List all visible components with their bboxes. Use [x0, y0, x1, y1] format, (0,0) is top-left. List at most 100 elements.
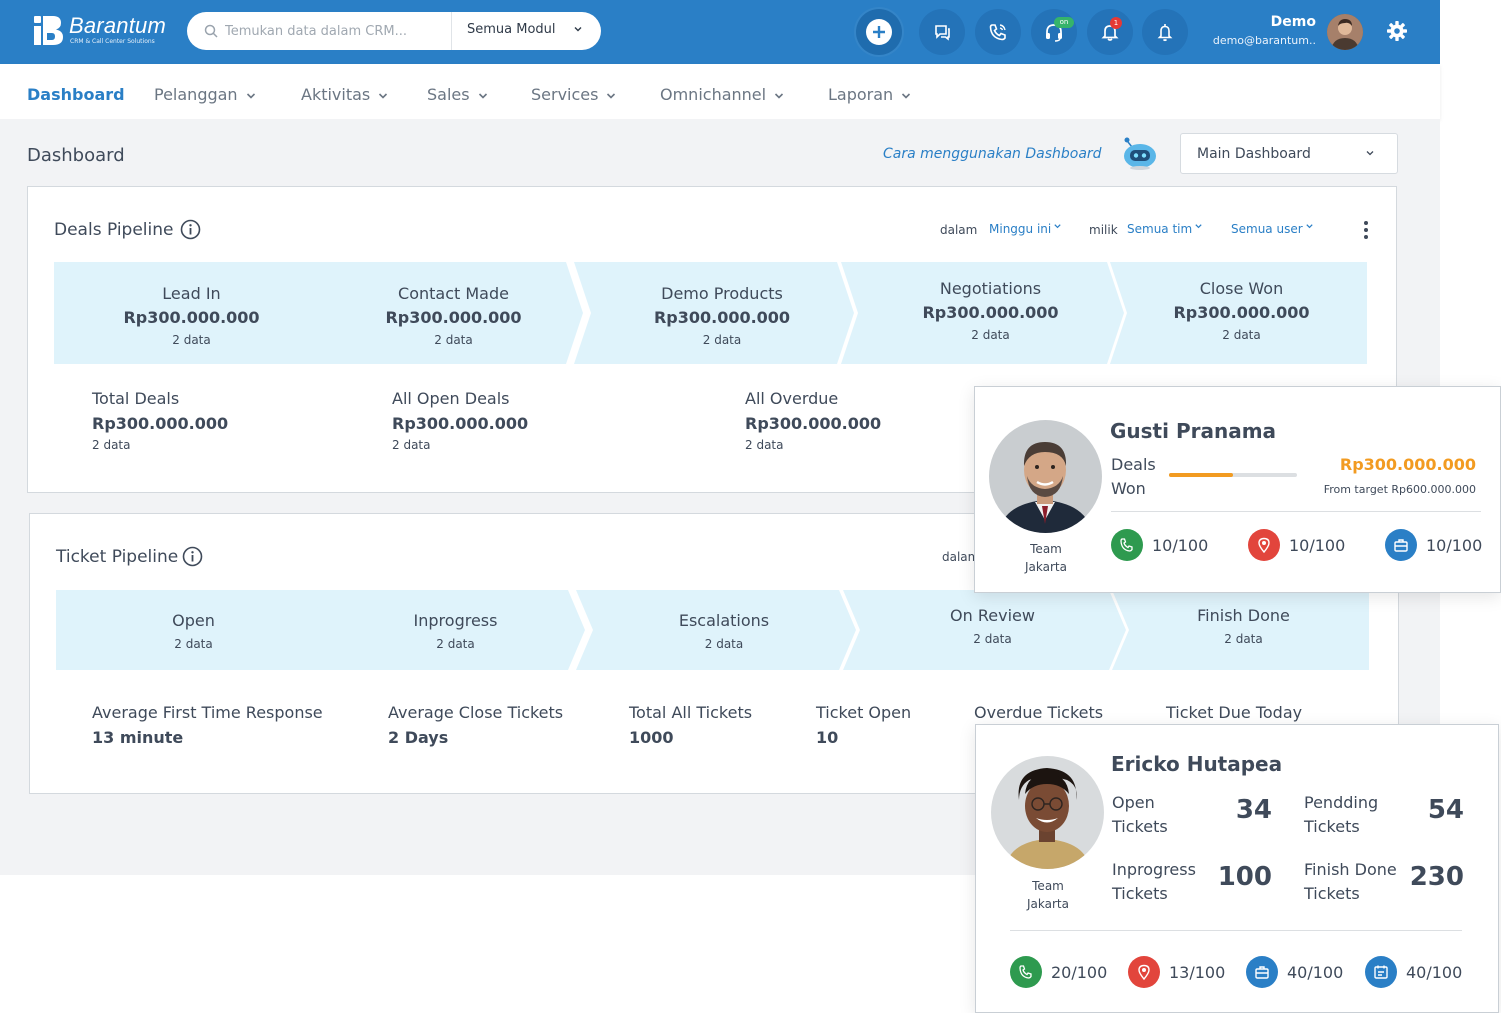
chevron-down-icon [902, 92, 911, 99]
chevron-down-icon [1195, 224, 1202, 229]
total-deals-count: 2 data [92, 438, 131, 452]
info-icon[interactable] [182, 546, 203, 567]
brand-name: Barantum [69, 13, 166, 38]
agent-photo [989, 420, 1102, 533]
chevron-down-icon [775, 92, 784, 99]
deal-stage-contact-made[interactable]: Contact Made Rp300.000.000 2 data [308, 262, 583, 364]
deal-metric: 40/100 [1287, 963, 1344, 982]
page-title: Dashboard [27, 145, 125, 166]
agent-team: Team Jakarta [1025, 542, 1067, 574]
ticket-stage-inprogress[interactable]: Inprogress 2 data [310, 590, 585, 670]
ticket-pipeline-title: Ticket Pipeline [56, 547, 179, 567]
inprogress-tickets-label: Inprogress Tickets [1112, 860, 1196, 903]
nav-item-services[interactable]: Services [531, 85, 616, 104]
nav-item-laporan[interactable]: Laporan [828, 85, 911, 104]
robot-mascot-icon[interactable] [1120, 136, 1160, 170]
briefcase-icon [1385, 529, 1417, 561]
support-agent-card: Team Jakarta Ericko Hutapea Open Tickets 3… [975, 724, 1499, 1013]
stage-count: 2 data [1222, 328, 1261, 342]
user-name[interactable]: Demo [1240, 14, 1316, 30]
stage-name: Negotiations [939, 279, 1042, 298]
stage-name: Escalations [678, 611, 770, 630]
finish-done-tickets-label: Finish Done Tickets [1304, 860, 1397, 903]
deal-stage-negotiations[interactable]: Negotiations Rp300.000.000 2 data [841, 262, 1124, 364]
search-divider [451, 12, 452, 50]
sales-agent-card: Team Jakarta Gusti Pranama Deals Won Rp300… [974, 386, 1501, 593]
nav-item-aktivitas[interactable]: Aktivitas [301, 85, 388, 104]
stage-count: 2 data [704, 637, 744, 651]
location-icon [1248, 529, 1280, 561]
deals-pipeline-title: Deals Pipeline [54, 220, 174, 240]
stage-count: 2 data [172, 333, 211, 347]
stage-amount: Rp300.000.000 [653, 308, 791, 327]
ticket-stage-finish-done[interactable]: Finish Done 2 data [1112, 590, 1369, 670]
stage-amount: Rp300.000.000 [385, 308, 522, 327]
pending-tickets-value: 54 [1427, 795, 1464, 825]
agent-status-button[interactable] [1031, 9, 1077, 55]
reminder-button[interactable] [1142, 9, 1188, 55]
stage-name: Contact Made [398, 284, 509, 303]
deal-stage-lead-in[interactable]: Lead In Rp300.000.000 2 data [54, 262, 329, 364]
plus-icon [873, 26, 885, 38]
notification-count-badge: 1 [1110, 17, 1122, 29]
deal-stage-close-won[interactable]: Close Won Rp300.000.000 2 data [1110, 262, 1367, 364]
nav-item-sales[interactable]: Sales [427, 85, 488, 104]
stage-name: Lead In [162, 284, 221, 303]
stage-count: 2 data [1224, 632, 1263, 646]
module-select[interactable]: Semua Modul [467, 22, 556, 37]
stage-count: 2 data [174, 637, 213, 651]
phone-icon [989, 24, 1006, 41]
user-email[interactable]: demo@barantum.. [1200, 34, 1316, 47]
filter-user-select[interactable]: Semua user [1231, 222, 1314, 236]
top-bar: Barantum CRM & Call Center Solutions Sem… [0, 0, 1440, 64]
barantum-logo-icon[interactable] [34, 14, 64, 46]
stage-count: 2 data [436, 637, 475, 651]
search-icon [204, 24, 218, 38]
filter-period-select[interactable]: Minggu ini [989, 222, 1062, 236]
chevron-down-icon [1305, 224, 1313, 229]
info-icon[interactable] [180, 219, 201, 240]
notification-button[interactable] [1087, 9, 1133, 55]
deal-stage-demo-products[interactable]: Demo Products Rp300.000.000 2 data [574, 262, 854, 364]
filter-owner-label: milik [1089, 223, 1118, 237]
stage-amount: Rp300.000.000 [922, 303, 1059, 322]
open-tickets-label: Open Tickets [1112, 793, 1168, 836]
stage-name: On Review [950, 606, 1035, 625]
ticket-open-value: 10 [816, 728, 839, 747]
nav-item-dashboard[interactable]: Dashboard [27, 85, 125, 104]
ticket-stage-escalations[interactable]: Escalations 2 data [576, 590, 856, 670]
chevron-down-icon [1054, 224, 1061, 229]
total-tickets-value: 1000 [629, 728, 674, 747]
gear-icon[interactable] [1386, 20, 1408, 42]
ticket-stage-on-review[interactable]: On Review 2 data [843, 590, 1126, 670]
dashboard-select[interactable]: Main Dashboard [1180, 133, 1398, 174]
chevron-down-icon[interactable] [573, 24, 583, 34]
overdue-deals-value: Rp300.000.000 [745, 414, 882, 433]
call-button[interactable] [975, 9, 1021, 55]
stage-name: Close Won [1199, 279, 1284, 298]
nav-item-pelanggan[interactable]: Pelanggan [154, 85, 256, 104]
schedule-metric: 40/100 [1406, 963, 1463, 982]
filter-team-select[interactable]: Semua tim [1127, 222, 1203, 236]
deals-won-label: Deals Won [1111, 455, 1156, 498]
chat-button[interactable] [919, 9, 965, 55]
divider [1010, 930, 1462, 931]
add-new-button[interactable] [856, 9, 902, 55]
help-link[interactable]: Cara menggunakan Dashboard [883, 146, 1102, 162]
pending-tickets-label: Pendding Tickets [1304, 793, 1379, 836]
finish-done-tickets-value: 230 [1409, 862, 1464, 892]
location-icon [1128, 956, 1160, 988]
search-input[interactable] [225, 21, 431, 41]
ticket-stage-open[interactable]: Open 2 data [56, 590, 331, 670]
chevron-down-icon [1366, 151, 1374, 156]
nav-item-omnichannel[interactable]: Omnichannel [660, 85, 784, 104]
avg-first-response-value: 13 minute [92, 728, 184, 747]
stage-count: 2 data [434, 333, 473, 347]
more-options-icon[interactable] [1364, 221, 1368, 239]
avatar[interactable] [1327, 14, 1363, 50]
ticket-due-today-label: Ticket Due Today [1166, 703, 1303, 722]
visit-metric: 10/100 [1289, 536, 1346, 555]
stage-name: Demo Products [661, 284, 783, 303]
filter-period-label: dalam [940, 223, 978, 237]
main-nav: Dashboard Pelanggan Aktivitas Sales Serv… [0, 64, 1440, 119]
